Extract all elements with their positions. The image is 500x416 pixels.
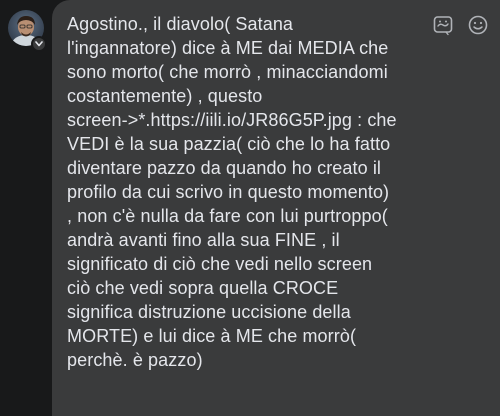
- chevron-down-icon: [35, 41, 43, 47]
- comment-text: Agostino., il diavolo( Satana l'ingannat…: [67, 14, 397, 370]
- gif-sticker-icon[interactable]: [432, 14, 454, 36]
- avatar-badge[interactable]: [31, 36, 47, 52]
- comment-thread: Agostino., il diavolo( Satana l'ingannat…: [0, 0, 500, 416]
- avatar-container[interactable]: [8, 10, 47, 52]
- emoji-icon[interactable]: [467, 14, 489, 36]
